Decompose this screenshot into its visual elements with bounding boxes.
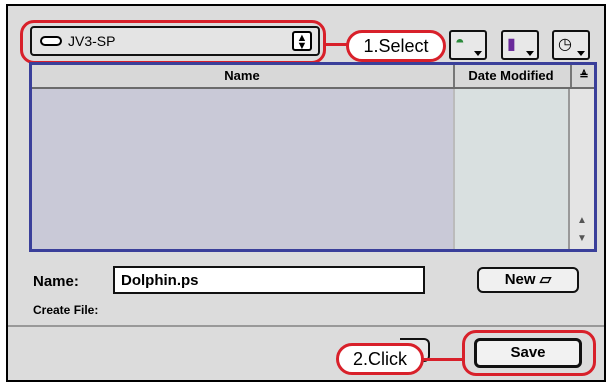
file-list[interactable]: Name Date Modified ≜ ▲ ▼	[29, 62, 597, 252]
new-folder-button[interactable]: New ▱	[477, 267, 579, 293]
list-header: Name Date Modified ≜	[32, 65, 594, 89]
location-label: JV3-SP	[68, 33, 116, 49]
disk-icon	[40, 36, 62, 46]
list-body[interactable]	[32, 89, 453, 249]
annotation-step2: 2.Click	[336, 343, 424, 375]
filename-input[interactable]: Dolphin.ps	[113, 266, 425, 294]
column-name-header[interactable]: Name	[32, 68, 452, 83]
callout-connector	[423, 358, 463, 361]
divider	[8, 325, 604, 327]
documents-button[interactable]: ▮	[501, 30, 539, 60]
create-file-label: Create File:	[33, 303, 99, 317]
annotation-step1: 1.Select	[346, 30, 446, 62]
scroll-down-icon[interactable]: ▼	[572, 231, 592, 247]
column-date-header[interactable]: Date Modified	[457, 68, 565, 83]
callout-connector	[325, 43, 347, 46]
folder-icon: ▱	[539, 271, 552, 288]
name-label: Name:	[33, 273, 79, 290]
date-column	[453, 89, 570, 249]
desktop-button[interactable]: ◓	[449, 30, 487, 60]
sort-icon[interactable]: ≜	[570, 65, 596, 87]
clock-icon: ◷	[558, 36, 572, 53]
location-popup[interactable]: JV3-SP ▲ ▼	[30, 26, 320, 56]
save-button[interactable]: Save	[474, 338, 582, 368]
desktop-icon: ◓	[455, 34, 465, 51]
new-label: New	[504, 271, 536, 288]
scroll-up-icon[interactable]: ▲	[572, 213, 592, 229]
documents-icon: ▮	[507, 36, 516, 53]
scrollbar[interactable]: ▲ ▼	[568, 89, 594, 249]
recent-button[interactable]: ◷	[552, 30, 590, 60]
updown-arrows-icon: ▲ ▼	[292, 31, 312, 52]
